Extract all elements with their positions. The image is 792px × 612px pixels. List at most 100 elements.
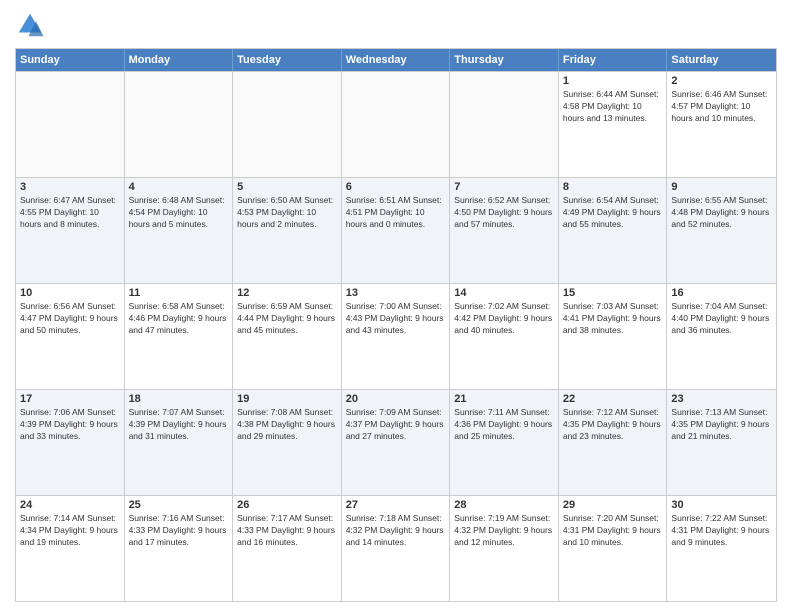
header-day-sunday: Sunday xyxy=(16,49,125,71)
day-cell-5: 5Sunrise: 6:50 AM Sunset: 4:53 PM Daylig… xyxy=(233,178,342,283)
header-day-monday: Monday xyxy=(125,49,234,71)
day-cell-22: 22 Sunrise: 7:12 AM Sunset: 4:35 PM Dayli… xyxy=(559,390,668,495)
day-info: Sunrise: 6:47 AM Sunset: 4:55 PM Dayligh… xyxy=(20,195,120,231)
day-info: Sunrise: 7:13 AM Sunset: 4:35 PM Dayligh… xyxy=(671,407,772,443)
day-number: 8 xyxy=(563,181,663,193)
day-number: 24 xyxy=(20,499,120,511)
day-info: Sunrise: 6:58 AM Sunset: 4:46 PM Dayligh… xyxy=(129,301,229,337)
day-number: 12 xyxy=(237,287,337,299)
header-day-thursday: Thursday xyxy=(450,49,559,71)
day-number: 27 xyxy=(346,499,446,511)
day-info: Sunrise: 7:08 AM Sunset: 4:38 PM Dayligh… xyxy=(237,407,337,443)
day-number: 18 xyxy=(129,393,229,405)
day-info: Sunrise: 6:55 AM Sunset: 4:48 PM Dayligh… xyxy=(671,195,772,231)
header-day-tuesday: Tuesday xyxy=(233,49,342,71)
logo-icon xyxy=(15,10,45,40)
empty-cell xyxy=(450,72,559,177)
header-day-saturday: Saturday xyxy=(667,49,776,71)
day-number: 21 xyxy=(454,393,554,405)
day-cell-25: 25 Sunrise: 7:16 AM Sunset: 4:33 PM Dayli… xyxy=(125,496,234,601)
day-number: 17 xyxy=(20,393,120,405)
day-info: Sunrise: 6:50 AM Sunset: 4:53 PM Dayligh… xyxy=(237,195,337,231)
day-cell-28: 28 Sunrise: 7:19 AM Sunset: 4:32 PM Dayli… xyxy=(450,496,559,601)
day-info: Sunrise: 7:06 AM Sunset: 4:39 PM Dayligh… xyxy=(20,407,120,443)
calendar-body: 1 Sunrise: 6:44 AM Sunset: 4:58 PM Daylig… xyxy=(16,71,776,601)
day-cell-20: 20Sunrise: 7:09 AM Sunset: 4:37 PM Dayli… xyxy=(342,390,451,495)
day-number: 13 xyxy=(346,287,446,299)
empty-cell xyxy=(233,72,342,177)
day-cell-2: 2 Sunrise: 6:46 AM Sunset: 4:57 PM Daylig… xyxy=(667,72,776,177)
day-number: 28 xyxy=(454,499,554,511)
day-cell-8: 8 Sunrise: 6:54 AM Sunset: 4:49 PM Daylig… xyxy=(559,178,668,283)
empty-cell xyxy=(342,72,451,177)
calendar-week-2: 3 Sunrise: 6:47 AM Sunset: 4:55 PM Daylig… xyxy=(16,177,776,283)
day-info: Sunrise: 7:02 AM Sunset: 4:42 PM Dayligh… xyxy=(454,301,554,337)
day-cell-24: 24 Sunrise: 7:14 AM Sunset: 4:34 PM Dayli… xyxy=(16,496,125,601)
day-cell-13: 13 Sunrise: 7:00 AM Sunset: 4:43 PM Dayli… xyxy=(342,284,451,389)
day-cell-4: 4Sunrise: 6:48 AM Sunset: 4:54 PM Daylig… xyxy=(125,178,234,283)
calendar-week-1: 1 Sunrise: 6:44 AM Sunset: 4:58 PM Daylig… xyxy=(16,71,776,177)
empty-cell xyxy=(125,72,234,177)
day-info: Sunrise: 6:44 AM Sunset: 4:58 PM Dayligh… xyxy=(563,89,663,125)
day-cell-3: 3 Sunrise: 6:47 AM Sunset: 4:55 PM Daylig… xyxy=(16,178,125,283)
empty-cell xyxy=(16,72,125,177)
day-info: Sunrise: 6:52 AM Sunset: 4:50 PM Dayligh… xyxy=(454,195,554,231)
header-day-friday: Friday xyxy=(559,49,668,71)
day-number: 10 xyxy=(20,287,120,299)
day-number: 15 xyxy=(563,287,663,299)
day-info: Sunrise: 7:18 AM Sunset: 4:32 PM Dayligh… xyxy=(346,513,446,549)
calendar-week-5: 24 Sunrise: 7:14 AM Sunset: 4:34 PM Dayli… xyxy=(16,495,776,601)
day-number: 26 xyxy=(237,499,337,511)
day-number: 3 xyxy=(20,181,120,193)
day-number: 30 xyxy=(671,499,772,511)
day-cell-23: 23 Sunrise: 7:13 AM Sunset: 4:35 PM Dayli… xyxy=(667,390,776,495)
day-number: 14 xyxy=(454,287,554,299)
day-info: Sunrise: 7:09 AM Sunset: 4:37 PM Dayligh… xyxy=(346,407,446,443)
day-info: Sunrise: 7:03 AM Sunset: 4:41 PM Dayligh… xyxy=(563,301,663,337)
day-info: Sunrise: 6:46 AM Sunset: 4:57 PM Dayligh… xyxy=(671,89,772,125)
day-info: Sunrise: 6:59 AM Sunset: 4:44 PM Dayligh… xyxy=(237,301,337,337)
day-info: Sunrise: 6:54 AM Sunset: 4:49 PM Dayligh… xyxy=(563,195,663,231)
day-cell-14: 14 Sunrise: 7:02 AM Sunset: 4:42 PM Dayli… xyxy=(450,284,559,389)
day-number: 23 xyxy=(671,393,772,405)
day-cell-26: 26 Sunrise: 7:17 AM Sunset: 4:33 PM Dayli… xyxy=(233,496,342,601)
day-number: 4 xyxy=(129,181,229,193)
day-number: 11 xyxy=(129,287,229,299)
header-day-wednesday: Wednesday xyxy=(342,49,451,71)
day-cell-6: 6Sunrise: 6:51 AM Sunset: 4:51 PM Daylig… xyxy=(342,178,451,283)
calendar-header-row: SundayMondayTuesdayWednesdayThursdayFrid… xyxy=(16,49,776,71)
day-info: Sunrise: 7:17 AM Sunset: 4:33 PM Dayligh… xyxy=(237,513,337,549)
day-info: Sunrise: 7:00 AM Sunset: 4:43 PM Dayligh… xyxy=(346,301,446,337)
day-number: 19 xyxy=(237,393,337,405)
day-info: Sunrise: 7:22 AM Sunset: 4:31 PM Dayligh… xyxy=(671,513,772,549)
calendar-week-4: 17 Sunrise: 7:06 AM Sunset: 4:39 PM Dayli… xyxy=(16,389,776,495)
day-info: Sunrise: 7:14 AM Sunset: 4:34 PM Dayligh… xyxy=(20,513,120,549)
day-cell-29: 29Sunrise: 7:20 AM Sunset: 4:31 PM Dayli… xyxy=(559,496,668,601)
day-info: Sunrise: 7:16 AM Sunset: 4:33 PM Dayligh… xyxy=(129,513,229,549)
day-number: 16 xyxy=(671,287,772,299)
day-info: Sunrise: 7:04 AM Sunset: 4:40 PM Dayligh… xyxy=(671,301,772,337)
page: SundayMondayTuesdayWednesdayThursdayFrid… xyxy=(0,0,792,612)
day-number: 2 xyxy=(671,75,772,87)
day-number: 1 xyxy=(563,75,663,87)
day-number: 25 xyxy=(129,499,229,511)
day-info: Sunrise: 7:20 AM Sunset: 4:31 PM Dayligh… xyxy=(563,513,663,549)
day-cell-9: 9 Sunrise: 6:55 AM Sunset: 4:48 PM Daylig… xyxy=(667,178,776,283)
day-info: Sunrise: 6:51 AM Sunset: 4:51 PM Dayligh… xyxy=(346,195,446,231)
day-cell-16: 16 Sunrise: 7:04 AM Sunset: 4:40 PM Dayli… xyxy=(667,284,776,389)
day-cell-1: 1 Sunrise: 6:44 AM Sunset: 4:58 PM Daylig… xyxy=(559,72,668,177)
logo xyxy=(15,10,49,40)
day-number: 9 xyxy=(671,181,772,193)
header xyxy=(15,10,777,40)
day-cell-19: 19 Sunrise: 7:08 AM Sunset: 4:38 PM Dayli… xyxy=(233,390,342,495)
day-info: Sunrise: 7:12 AM Sunset: 4:35 PM Dayligh… xyxy=(563,407,663,443)
calendar-week-3: 10Sunrise: 6:56 AM Sunset: 4:47 PM Dayli… xyxy=(16,283,776,389)
day-info: Sunrise: 7:19 AM Sunset: 4:32 PM Dayligh… xyxy=(454,513,554,549)
day-cell-30: 30 Sunrise: 7:22 AM Sunset: 4:31 PM Dayli… xyxy=(667,496,776,601)
day-cell-15: 15 Sunrise: 7:03 AM Sunset: 4:41 PM Dayli… xyxy=(559,284,668,389)
day-cell-21: 21Sunrise: 7:11 AM Sunset: 4:36 PM Dayli… xyxy=(450,390,559,495)
day-cell-7: 7Sunrise: 6:52 AM Sunset: 4:50 PM Daylig… xyxy=(450,178,559,283)
day-number: 22 xyxy=(563,393,663,405)
day-info: Sunrise: 7:07 AM Sunset: 4:39 PM Dayligh… xyxy=(129,407,229,443)
day-cell-18: 18 Sunrise: 7:07 AM Sunset: 4:39 PM Dayli… xyxy=(125,390,234,495)
